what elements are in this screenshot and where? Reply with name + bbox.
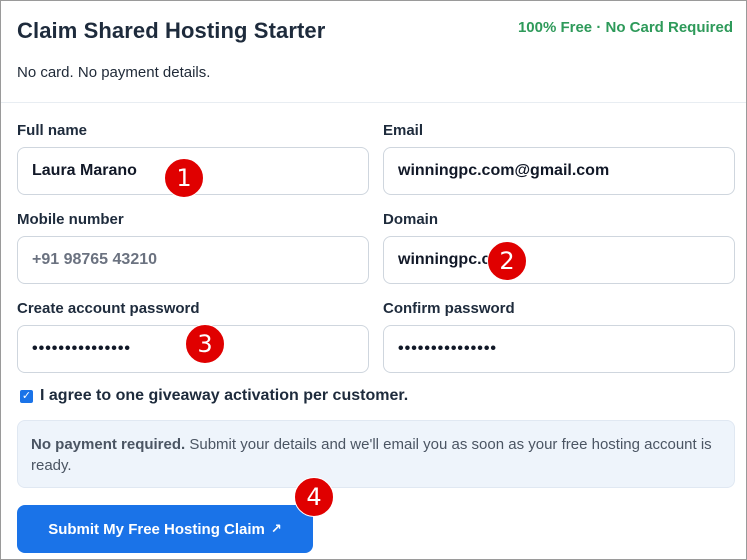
domain-input[interactable] — [383, 236, 735, 284]
claim-form-panel: Claim Shared Hosting Starter 100% Free ·… — [0, 0, 747, 560]
payment-notice: No payment required. Submit your details… — [17, 420, 735, 488]
annotation-marker-1: 1 — [164, 158, 204, 198]
full-name-label: Full name — [17, 122, 88, 139]
mobile-input[interactable] — [17, 236, 369, 284]
agree-row[interactable]: ✓ I agree to one giveaway activation per… — [20, 387, 408, 405]
email-input[interactable] — [383, 147, 735, 195]
agree-checkbox[interactable]: ✓ — [20, 389, 33, 403]
submit-label: Submit My Free Hosting Claim — [48, 520, 265, 538]
email-label: Email — [383, 122, 424, 139]
confirm-password-label: Confirm password — [383, 300, 515, 317]
domain-label: Domain — [383, 211, 439, 228]
annotation-marker-2: 2 — [487, 241, 527, 281]
header-divider — [1, 102, 746, 103]
external-arrow-icon: ↗ — [270, 521, 282, 536]
free-badge: 100% Free · No Card Required — [517, 19, 733, 36]
agree-label: I agree to one giveaway activation per c… — [40, 387, 409, 404]
page-subtitle: No card. No payment details. — [17, 64, 211, 81]
password-label: Create account password — [17, 300, 200, 317]
page-title: Claim Shared Hosting Starter — [17, 18, 326, 43]
notice-strong: No payment required. — [31, 436, 186, 453]
annotation-marker-4: 4 — [294, 477, 334, 517]
confirm-password-input[interactable] — [383, 325, 735, 373]
annotation-marker-3: 3 — [185, 324, 225, 364]
submit-claim-button[interactable]: Submit My Free Hosting Claim ↗ — [17, 505, 313, 553]
mobile-label: Mobile number — [17, 211, 124, 228]
